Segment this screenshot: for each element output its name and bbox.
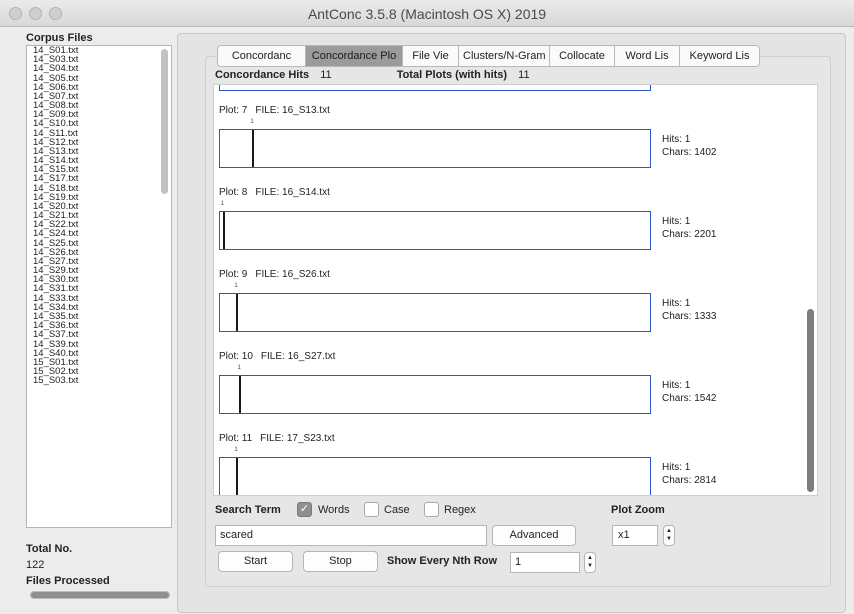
plot-hits: Hits: 1 [662,462,691,473]
plot-row: Plot: 9 FILE: 16_S26.txt 1 Hits: 1 Chars: 13… [214,269,817,351]
tab-concordance-plot[interactable]: Concordance Plo [305,45,402,67]
title-bar: AntConc 3.5.8 (Macintosh OS X) 2019 [0,0,854,27]
tab-collocates[interactable]: Collocate [549,45,614,67]
concordance-hits-label: Concordance Hits [215,69,310,81]
start-button[interactable]: Start [218,551,293,572]
search-term-input[interactable]: scared [215,525,487,546]
plot-header: Plot: 7 FILE: 16_S13.txt [219,105,338,116]
tab-word-list[interactable]: Word Lis [614,45,679,67]
case-checkbox[interactable] [364,502,379,517]
advanced-button[interactable]: Advanced [492,525,576,546]
plot-number: Plot: 9 [219,269,248,280]
concordance-hits-value: 11 [320,69,332,81]
plot-stats: Hits: 1 Chars: 1402 [662,133,716,159]
progress-fill [31,592,169,598]
plot-stats: Hits: 1 Chars: 1333 [662,297,716,323]
plot-stats: Hits: 1 Chars: 1542 [662,379,716,405]
plot-chars: Chars: 1542 [662,393,717,404]
tab-keyword-list[interactable]: Keyword Lis [679,45,760,67]
plot-hits: Hits: 1 [662,298,691,309]
case-label: Case [384,504,410,516]
concordance-plot-area[interactable]: Plot: 7 FILE: 16_S13.txt 1 Hits: 1 Chars: 14… [213,84,818,496]
tab-concordance[interactable]: Concordanc [217,45,305,67]
hit-marker[interactable] [236,294,239,331]
plot-header: Plot: 11 FILE: 17_S23.txt [219,433,343,444]
plot-hits: Hits: 1 [662,134,691,145]
total-no-value: 122 [26,559,45,571]
corpus-file-item[interactable]: 15_S03.txt [27,376,171,386]
plot-bar[interactable] [219,457,651,495]
hit-tick-label: 1 [234,283,238,289]
words-label: Words [318,504,350,516]
plot-chars: Chars: 2814 [662,475,717,486]
total-no-label: Total No. [26,543,73,555]
plot-file-name: FILE: 16_S14.txt [255,187,330,198]
plot-bar[interactable] [219,211,651,250]
hit-tick-label: 1 [234,447,238,453]
hit-tick-label: 1 [250,119,254,125]
files-processed-progress [30,591,170,599]
hits-summary: Concordance Hits 11 Total Plots (with hi… [215,69,530,81]
plot-header: Plot: 8 FILE: 16_S14.txt [219,187,338,198]
regex-checkbox[interactable] [424,502,439,517]
plot-row: Plot: 8 FILE: 16_S14.txt 1 Hits: 1 Chars: 22… [214,187,817,269]
regex-label: Regex [444,504,476,516]
stop-button[interactable]: Stop [303,551,378,572]
show-every-nth-row-label: Show Every Nth Row [387,555,498,567]
plot-bar[interactable] [219,293,651,332]
previous-plot-box [219,85,651,91]
plot-number: Plot: 7 [219,105,248,116]
hit-marker[interactable] [239,376,242,413]
plot-chars: Chars: 1402 [662,147,717,158]
plot-stats: Hits: 1 Chars: 2814 [662,461,716,487]
plot-zoom-label: Plot Zoom [611,504,665,516]
plot-number: Plot: 8 [219,187,248,198]
plot-bar[interactable] [219,375,651,414]
words-checkbox[interactable]: ✓ [297,502,312,517]
corpus-file-list[interactable]: 14_S01.txt 14_S03.txt 14_S04.txt 14_S05.txt… [26,45,172,528]
plot-chars: Chars: 2201 [662,229,717,240]
total-plots-label: Total Plots (with hits) [396,69,508,81]
hit-tick-label: 1 [220,201,224,207]
files-processed-label: Files Processed [26,575,110,587]
hit-tick-label: 1 [237,365,241,371]
corpus-list-scrollbar[interactable] [161,49,168,194]
plot-hits: Hits: 1 [662,216,691,227]
app-window: AntConc 3.5.8 (Macintosh OS X) 2019 Corp… [0,0,854,614]
plot-bar[interactable] [219,129,651,168]
plot-row: Plot: 7 FILE: 16_S13.txt 1 Hits: 1 Chars: 14… [214,105,817,187]
plot-header: Plot: 10 FILE: 16_S27.txt [219,351,343,362]
plot-file-name: FILE: 16_S27.txt [260,351,336,362]
plot-number: Plot: 11 [219,433,253,444]
plot-header: Plot: 9 FILE: 16_S26.txt [219,269,338,280]
plot-row: Plot: 10 FILE: 16_S27.txt 1 Hits: 1 Chars: 1… [214,351,817,433]
nth-row-stepper[interactable]: ▲ ▼ [584,552,596,573]
plot-chars: Chars: 1333 [662,311,717,322]
hit-marker[interactable] [236,458,239,495]
plot-file-name: FILE: 16_S26.txt [255,269,330,280]
search-term-label: Search Term [215,504,281,516]
plot-row: Plot: 11 FILE: 17_S23.txt 1 Hits: 1 Chars: 2… [214,433,817,495]
plot-stats: Hits: 1 Chars: 2201 [662,215,716,241]
tab-clusters[interactable]: Clusters/N-Gram [458,45,549,67]
plot-file-name: FILE: 17_S23.txt [260,433,335,444]
hit-marker[interactable] [252,130,255,167]
window-title: AntConc 3.5.8 (Macintosh OS X) 2019 [307,6,547,22]
plot-zoom-stepper[interactable]: ▲ ▼ [663,525,675,546]
nth-row-input[interactable]: 1 [510,552,580,573]
hit-marker[interactable] [222,212,225,249]
tab-file-view[interactable]: File Vie [402,45,458,67]
plot-number: Plot: 10 [219,351,253,362]
plot-file-name: FILE: 16_S13.txt [255,105,330,116]
corpus-files-label: Corpus Files [26,32,93,44]
total-plots-value: 11 [518,69,530,81]
plot-hits: Hits: 1 [662,380,691,391]
tool-tabs: Concordanc Concordance Plo File Vie Clus… [217,45,760,67]
plot-zoom-input[interactable]: x1 [612,525,658,546]
